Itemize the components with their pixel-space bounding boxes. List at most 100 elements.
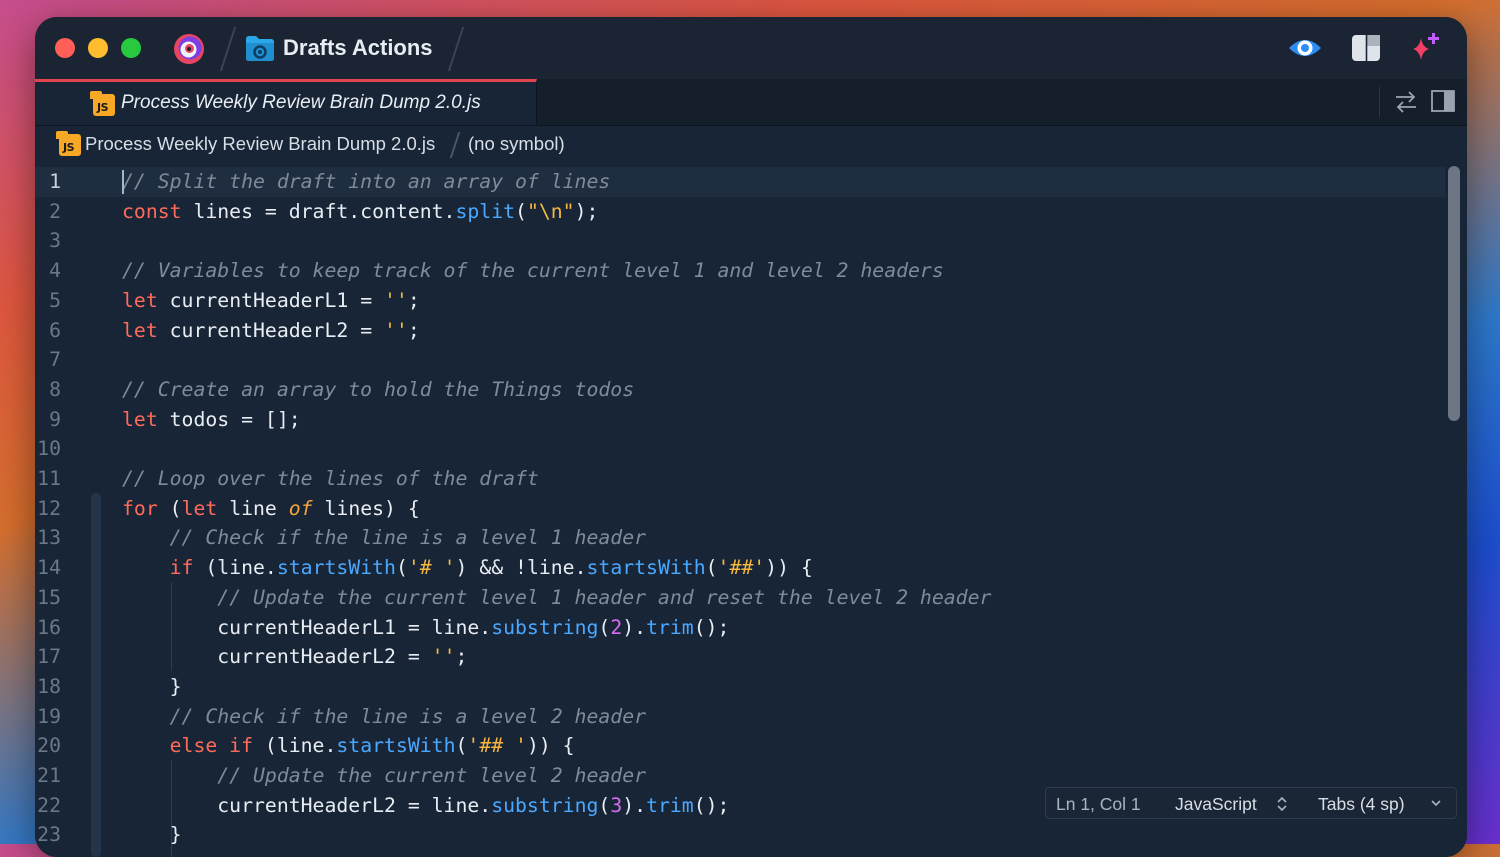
vertical-scrollbar[interactable] xyxy=(1448,166,1460,421)
code-token: // Check if the line is a level 2 header xyxy=(169,704,647,728)
line-number: 11 xyxy=(37,467,61,490)
close-window-button[interactable] xyxy=(55,38,75,58)
code-text: currentHeaderL2 = line.substring(3).trim… xyxy=(122,791,729,821)
breadcrumb: JS Process Weekly Review Brain Dump 2.0.… xyxy=(35,126,1467,164)
code-text: let currentHeaderL2 = ''; xyxy=(122,316,420,346)
line-number: 2 xyxy=(49,199,61,223)
code-text: // Check if the line is a level 2 header xyxy=(122,702,646,732)
code-line[interactable]: 1 // Split the draft into an array of lin… xyxy=(35,167,1445,197)
line-number: 1 xyxy=(49,170,61,193)
code-token: '## ' xyxy=(467,734,527,758)
code-line[interactable]: 23 } xyxy=(35,820,1445,850)
code-text: // Check if the line is a level 1 header xyxy=(122,523,646,553)
layout-panel-icon[interactable] xyxy=(1348,30,1384,66)
code-line[interactable]: 14 if (line.startsWith('# ') && !line.st… xyxy=(35,553,1445,583)
zoom-window-button[interactable] xyxy=(121,38,141,58)
line-number: 13 xyxy=(37,526,61,550)
line-number: 4 xyxy=(49,259,61,283)
code-token: ( xyxy=(157,496,182,520)
code-line[interactable]: 13 // Check if the line is a level 1 hea… xyxy=(35,523,1445,553)
code-token: )) { xyxy=(765,556,813,580)
code-token: let xyxy=(122,288,158,312)
drafts-app-icon[interactable] xyxy=(171,30,207,66)
window-title: Drafts Actions xyxy=(283,35,433,60)
code-line[interactable]: 18 } xyxy=(35,672,1445,702)
code-line[interactable]: 4 // Variables to keep track of the curre… xyxy=(35,256,1445,286)
code-token: currentHeaderL1 = line. xyxy=(122,615,492,639)
code-text: else if (line.startsWith('## ')) { xyxy=(122,731,575,761)
line-number: 8 xyxy=(49,377,61,401)
chevron-down-icon[interactable] xyxy=(1430,799,1442,809)
code-token: (); xyxy=(693,615,730,639)
line-number: 7 xyxy=(49,348,61,372)
code-line[interactable]: 15 // Update the current level 1 header … xyxy=(35,583,1445,613)
code-line[interactable]: 19 // Check if the line is a level 2 hea… xyxy=(35,702,1445,732)
code-token: currentHeaderL2 = xyxy=(122,645,432,669)
code-text: let currentHeaderL1 = ''; xyxy=(122,286,420,316)
code-token: for xyxy=(122,496,158,520)
breadcrumb-symbol[interactable]: (no symbol) xyxy=(468,133,565,155)
line-number: 23 xyxy=(37,823,61,847)
code-text: currentHeaderL2 = ''; xyxy=(122,642,467,672)
swap-arrows-icon[interactable] xyxy=(1393,90,1419,114)
code-token: ); xyxy=(574,199,599,223)
code-token: ( xyxy=(455,734,468,758)
code-token: (line. xyxy=(193,556,277,580)
code-text: // Update the current level 1 header and… xyxy=(122,583,991,613)
code-token: currentHeaderL1 = xyxy=(157,288,385,312)
code-token: ; xyxy=(407,318,420,342)
code-line[interactable]: 6 let currentHeaderL2 = ''; xyxy=(35,316,1445,346)
code-line[interactable]: 5 let currentHeaderL1 = ''; xyxy=(35,286,1445,316)
code-line[interactable]: 12 for (let line of lines) { xyxy=(35,494,1445,524)
code-token: startsWith xyxy=(586,556,706,580)
code-token: ( xyxy=(598,615,611,639)
code-token: substring xyxy=(491,793,599,817)
text-cursor xyxy=(122,170,124,194)
code-token: 3 xyxy=(610,793,623,817)
code-token: ) && !line. xyxy=(455,556,587,580)
breadcrumb-file[interactable]: Process Weekly Review Brain Dump 2.0.js xyxy=(85,133,435,155)
line-number: 10 xyxy=(37,437,61,461)
code-line[interactable]: 10 xyxy=(35,434,1445,464)
indent-selector[interactable]: Tabs (4 sp) xyxy=(1318,794,1405,815)
split-view-icon[interactable] xyxy=(1431,90,1455,112)
code-line[interactable]: 2 const lines = draft.content.split("\n")… xyxy=(35,197,1445,227)
code-line[interactable]: 20 else if (line.startsWith('## ')) { xyxy=(35,731,1445,761)
code-line[interactable]: 8 // Create an array to hold the Things t… xyxy=(35,375,1445,405)
minimize-window-button[interactable] xyxy=(88,38,108,58)
code-text: if (line.startsWith('# ') && !line.start… xyxy=(122,553,813,583)
sparkle-plus-icon[interactable] xyxy=(1407,30,1443,66)
code-token: ( xyxy=(705,556,718,580)
code-line[interactable]: 11 // Loop over the lines of the draft xyxy=(35,464,1445,494)
language-selector[interactable]: JavaScript xyxy=(1175,794,1257,815)
code-line[interactable]: 9 let todos = []; xyxy=(35,405,1445,435)
title-separator xyxy=(219,27,237,71)
code-token: ( xyxy=(515,199,527,223)
line-number: 21 xyxy=(37,764,61,787)
code-line[interactable]: 16 currentHeaderL1 = line.substring(2).t… xyxy=(35,613,1445,643)
code-line[interactable]: 17 currentHeaderL2 = ''; xyxy=(35,642,1445,672)
code-token: const xyxy=(122,199,182,223)
code-line[interactable]: 7 xyxy=(35,345,1445,375)
code-token: )) { xyxy=(526,734,575,758)
code-token: ( xyxy=(598,793,611,817)
code-line[interactable]: 3 xyxy=(35,226,1445,256)
line-number: 19 xyxy=(37,704,61,728)
chevron-up-down-icon[interactable] xyxy=(1276,796,1288,812)
tab-active-file[interactable]: JS Process Weekly Review Brain Dump 2.0.… xyxy=(35,79,537,125)
code-token: trim xyxy=(646,793,694,817)
line-number: 14 xyxy=(37,556,61,580)
code-text: currentHeaderL1 = line.substring(2).trim… xyxy=(122,613,729,643)
line-number: 12 xyxy=(37,496,61,520)
code-editor[interactable]: 1 // Split the draft into an array of lin… xyxy=(35,166,1467,857)
cursor-position[interactable]: Ln 1, Col 1 xyxy=(1056,794,1141,815)
preview-eye-icon[interactable] xyxy=(1287,30,1323,66)
code-token: ; xyxy=(455,645,468,669)
status-bar: Ln 1, Col 1 JavaScript Tabs (4 sp) xyxy=(1045,787,1457,819)
code-text: // Variables to keep track of the curren… xyxy=(122,256,944,286)
editor-window: Drafts Actions JS Process Weekly Review … xyxy=(35,17,1467,857)
code-token: // Update the current level 1 header and… xyxy=(217,585,992,609)
